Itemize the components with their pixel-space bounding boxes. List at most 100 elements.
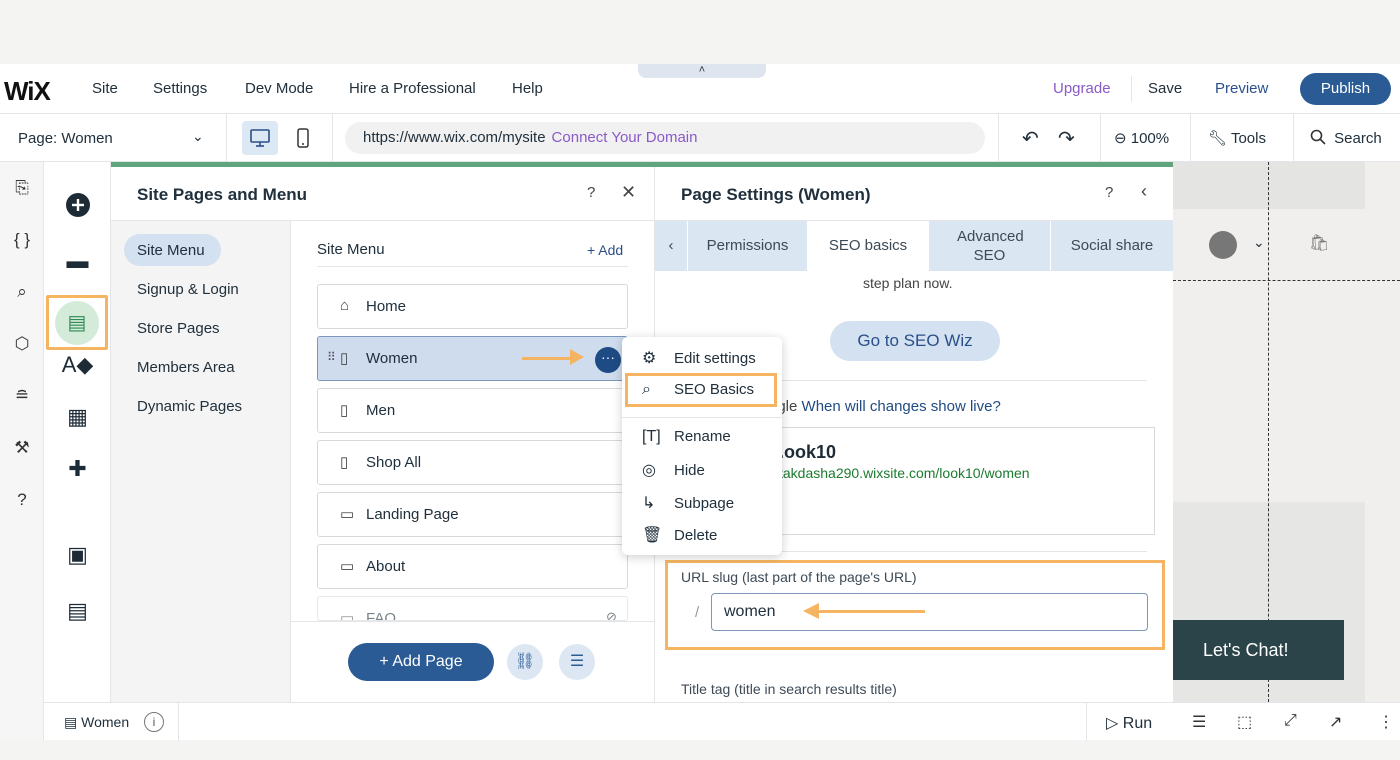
wrench-icon[interactable]: ⚒ [0, 438, 44, 458]
add-dropdown-button[interactable]: ☰ [559, 644, 595, 680]
add-link-button[interactable]: ⛓ [507, 644, 543, 680]
expand-icon[interactable]: ⤢ [1284, 712, 1297, 730]
page-icon: ▭ [340, 506, 355, 523]
zoom-control[interactable]: ⊖ 100% [1114, 129, 1169, 147]
collapse-toolbar-handle[interactable]: ˄ [638, 64, 766, 78]
menu-settings[interactable]: Settings [153, 80, 207, 97]
pages-nav: Site Menu Signup & Login Store Pages Mem… [111, 221, 291, 740]
menu-site[interactable]: Site [92, 80, 118, 97]
menu-help[interactable]: Help [512, 80, 543, 97]
info-icon[interactable]: i [144, 712, 164, 732]
nav-store-pages[interactable]: Store Pages [137, 320, 220, 337]
tools-button[interactable]: 🔧︎ Tools [1208, 129, 1266, 147]
mobile-view-button[interactable] [290, 121, 316, 155]
menu-item-edit-settings[interactable]: ⚙ Edit settings [642, 348, 756, 368]
run-button[interactable]: ▷ Run [1106, 713, 1152, 733]
drag-handle-icon[interactable]: ⠿ [327, 350, 336, 364]
help-icon[interactable]: ? [0, 490, 44, 510]
pages-icon-highlight [46, 295, 108, 350]
menu-item-hide[interactable]: ◎ Hide [642, 460, 705, 480]
apps-grid-icon[interactable]: ▦ [44, 404, 111, 430]
site-url-bar[interactable]: https://www.wix.com/mysite Connect Your D… [345, 122, 985, 154]
menu-hire-professional[interactable]: Hire a Professional [349, 80, 476, 97]
page-row-shop-all[interactable]: ▯ Shop All [317, 440, 628, 485]
redo-icon[interactable]: ↷ [1058, 126, 1075, 151]
chevron-down-icon[interactable]: ⌄ [1253, 234, 1265, 251]
google-preview-heading: ogle When will changes show live? [769, 398, 1001, 415]
page-icon: ▤ [64, 714, 78, 730]
nav-signup-login[interactable]: Signup & Login [137, 281, 239, 298]
nav-members-area[interactable]: Members Area [137, 359, 235, 376]
undo-icon[interactable]: ↶ [1022, 126, 1039, 151]
theme-icon[interactable]: A◆ [44, 352, 111, 378]
database-icon[interactable]: ≘ [0, 386, 44, 406]
page-row-home[interactable]: ⌂ Home [317, 284, 628, 329]
page-label: Home [366, 298, 407, 315]
sections-icon[interactable]: ▬ [44, 248, 111, 274]
upgrade-link[interactable]: Upgrade [1053, 80, 1111, 97]
chat-widget[interactable]: Let's Chat! [1173, 620, 1344, 680]
preview-button[interactable]: Preview [1215, 80, 1268, 97]
seo-wiz-button[interactable]: Go to SEO Wiz [830, 321, 1000, 361]
code-braces-icon[interactable]: { } [0, 230, 44, 250]
page-row-women[interactable]: ⠿ ▯ Women ··· [317, 336, 628, 381]
avatar[interactable] [1209, 231, 1237, 259]
select-tool-icon[interactable]: ⬚ [1237, 712, 1252, 732]
tab-permissions[interactable]: Permissions [688, 221, 808, 271]
page-row-landing-page[interactable]: ▭ Landing Page [317, 492, 628, 537]
menu-dev-mode[interactable]: Dev Mode [245, 80, 313, 97]
divider [1293, 114, 1294, 162]
play-icon: ▷ [1106, 715, 1119, 732]
wix-logo[interactable]: WiX [4, 76, 51, 107]
puzzle-icon[interactable]: ✚ [44, 456, 111, 482]
more-actions-button[interactable]: ··· [595, 347, 621, 373]
page-row-about[interactable]: ▭ About [317, 544, 628, 589]
menu-item-delete[interactable]: 🗑︎ Delete [642, 525, 717, 545]
search-label: Search [1334, 130, 1382, 147]
close-icon[interactable]: ✕ [621, 182, 636, 203]
help-icon[interactable]: ? [587, 184, 595, 201]
page-label: FAQ [366, 610, 397, 621]
chevron-left-icon[interactable]: ‹ [1141, 181, 1147, 202]
media-icon[interactable]: ▣ [44, 542, 111, 568]
properties-icon[interactable]: ☰ [1192, 712, 1206, 732]
add-elements-icon[interactable] [44, 192, 111, 224]
page-selector[interactable]: Page: Women [18, 130, 113, 147]
connect-domain-link[interactable]: Connect Your Domain [552, 129, 698, 146]
tab-advanced-seo[interactable]: Advanced SEO [929, 221, 1051, 271]
search-icon[interactable]: ⌕ [0, 282, 44, 302]
current-page-indicator[interactable]: ▤ Women [64, 714, 129, 731]
site-canvas[interactable]: ⌄ 🛍︎ Let's Chat! [1173, 162, 1400, 702]
cart-icon[interactable]: 🛍︎ [1309, 233, 1329, 253]
menu-item-rename[interactable]: [T] Rename [642, 428, 731, 446]
more-vertical-icon[interactable]: ⋮ [1378, 712, 1394, 732]
table-icon[interactable]: ▤ [44, 598, 111, 624]
menu-item-subpage[interactable]: ↳ Subpage [642, 493, 734, 513]
nav-dynamic-pages[interactable]: Dynamic Pages [137, 398, 242, 415]
home-icon: ⌂ [340, 297, 350, 314]
publish-button[interactable]: Publish [1300, 73, 1391, 105]
page-code-icon[interactable]: ⎘ [0, 178, 44, 198]
tab-social-share[interactable]: Social share [1051, 221, 1173, 271]
chevron-down-icon[interactable]: ⌄ [192, 128, 204, 145]
changes-live-link[interactable]: When will changes show live? [802, 398, 1001, 415]
save-button[interactable]: Save [1148, 80, 1182, 97]
tab-seo-basics[interactable]: SEO basics [808, 221, 929, 271]
url-slug-input[interactable] [711, 593, 1148, 631]
search-button[interactable]: Search [1310, 129, 1382, 147]
add-page-button[interactable]: + Add Page [348, 643, 494, 681]
package-icon[interactable]: ⬡ [0, 334, 44, 354]
page-row-men[interactable]: ▯ Men [317, 388, 628, 433]
tabs-scroll-left-icon[interactable]: ‹ [655, 221, 688, 271]
add-menu-item-button[interactable]: + Add [587, 242, 623, 258]
desktop-view-button[interactable] [242, 121, 278, 155]
open-external-icon[interactable]: ↗ [1329, 712, 1342, 732]
preview-url: takdasha290.wixsite.com/look10/women [779, 465, 1030, 481]
help-icon[interactable]: ? [1105, 184, 1113, 201]
site-url: https://www.wix.com/mysite [363, 129, 546, 146]
nav-site-menu[interactable]: Site Menu [137, 242, 205, 259]
annotation-arrow [522, 357, 574, 360]
page-row-faq[interactable]: ▭ FAQ ⊘ [317, 596, 628, 621]
menu-item-seo-basics[interactable]: ⌕ SEO Basics [642, 381, 754, 399]
divider [178, 703, 179, 741]
